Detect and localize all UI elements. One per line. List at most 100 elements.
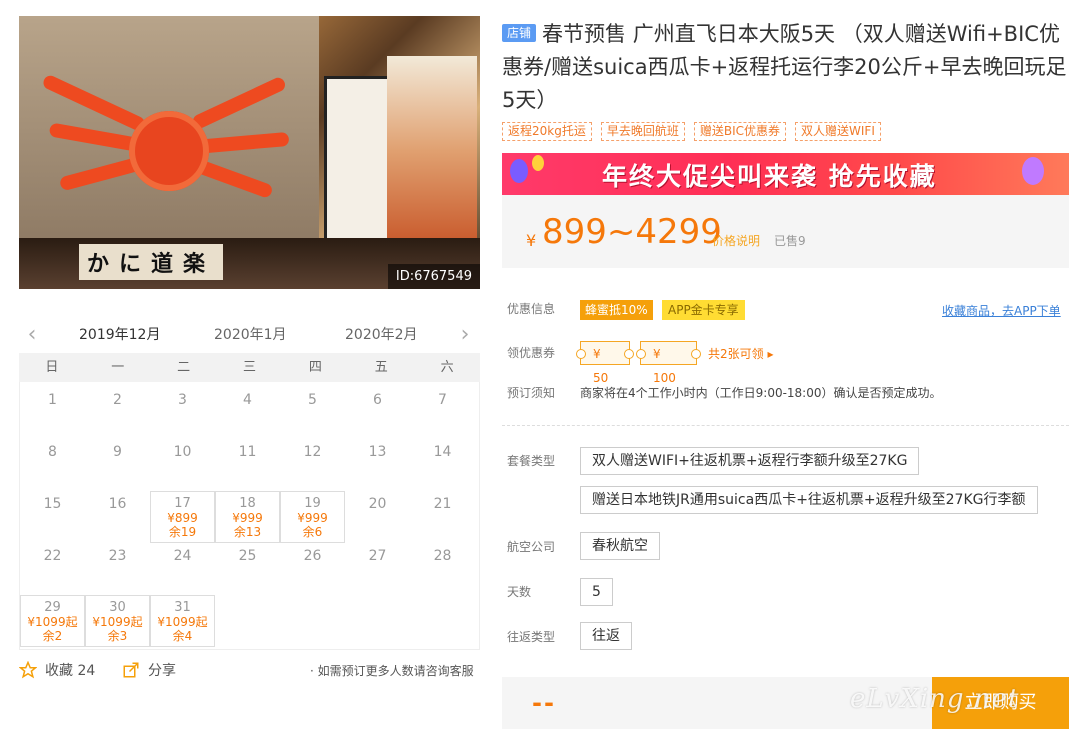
day-number: 8 — [48, 444, 57, 460]
more-coupons-link[interactable]: 共2张可领 ▸ — [708, 345, 773, 362]
day-price: ¥1099起 — [92, 615, 143, 629]
calendar-day-available[interactable]: 30 ¥1099起 余3 — [85, 595, 150, 647]
package-option-1[interactable]: 双人赠送WIFI+往返机票+返程行李额升级至27KG — [580, 447, 920, 475]
day-number: 11 — [238, 444, 257, 460]
day-price: ¥899 — [167, 511, 198, 525]
calendar-day: 5 — [280, 382, 345, 434]
calendar-day: 15 — [20, 486, 85, 538]
day-remaining: 余6 — [302, 525, 323, 539]
weekday: 六 — [440, 360, 454, 375]
month-tab-jan[interactable]: 2020年1月 — [214, 324, 287, 344]
share-icon — [123, 662, 139, 678]
calendar-day: 20 — [345, 486, 410, 538]
day-number: 1 — [48, 392, 57, 408]
calendar-weekdays: 日 一 二 三 四 五 六 — [19, 353, 480, 382]
calendar-day: 28 — [410, 538, 475, 590]
day-number: 22 — [43, 548, 62, 564]
airline-option[interactable]: 春秋航空 — [580, 532, 660, 560]
package-type-label: 套餐类型 — [507, 454, 556, 468]
calendar-month-nav: ‹ 2019年12月 2020年1月 2020年2月 › — [19, 318, 480, 356]
calendar-day-available[interactable]: 19 ¥999 余6 — [280, 491, 345, 543]
calendar-day-available[interactable]: 31 ¥1099起 余4 — [150, 595, 215, 647]
day-number: 28 — [433, 548, 452, 564]
calendar-day: 9 — [85, 434, 150, 486]
coupon-100[interactable]: ¥ 100 — [636, 341, 701, 385]
product-photo[interactable]: かに道楽 ID:6767549 — [19, 16, 480, 289]
day-number: 20 — [368, 496, 387, 512]
day-number: 3 — [178, 392, 187, 408]
day-number: 25 — [238, 548, 257, 564]
coupon-label: 领优惠券 — [507, 346, 556, 360]
watermark: eLvXing.net — [850, 684, 1020, 714]
calendar-day: 7 — [410, 382, 475, 434]
calendar-day: 2 — [85, 382, 150, 434]
chevron-left-icon[interactable]: ‹ — [23, 324, 41, 346]
feature-tags: 返程20kg托运 早去晚回航班 赠送BIC优惠券 双人赠送WIFI — [502, 122, 881, 141]
day-number: 21 — [433, 496, 452, 512]
price-currency: ¥ — [526, 231, 537, 250]
price-range: 899~4299 — [542, 212, 722, 252]
promo-banner[interactable]: 年终大促尖叫来袭 抢先收藏 — [502, 153, 1069, 195]
calendar-day: 25 — [215, 538, 280, 590]
day-number: 27 — [368, 548, 387, 564]
store-badge[interactable]: 店铺 — [502, 24, 537, 42]
day-number: 5 — [308, 392, 317, 408]
chevron-right-icon[interactable]: › — [456, 324, 474, 346]
calendar-day-available[interactable]: 17 ¥899 余19 — [150, 491, 215, 543]
day-price: ¥999 — [297, 511, 328, 525]
coupon-50[interactable]: ¥ 50 — [576, 341, 634, 385]
day-number: 16 — [108, 496, 127, 512]
trip-type-option[interactable]: 往返 — [580, 622, 632, 650]
day-number: 24 — [173, 548, 192, 564]
price-explain-link[interactable]: 价格说明 — [712, 232, 760, 249]
product-title: 春节预售 广州直飞日本大阪5天 （双人赠送Wifi+BIC优惠券/赠送suica… — [502, 22, 1067, 112]
calendar-day-available[interactable]: 18 ¥999 余13 — [215, 491, 280, 543]
calendar-day: 3 — [150, 382, 215, 434]
day-number: 19 — [304, 496, 321, 511]
package-option-2[interactable]: 赠送日本地铁JR通用suica西瓜卡+往返机票+返程升级至27KG行李额 — [580, 486, 1038, 514]
balloon-icon — [510, 159, 528, 183]
month-tab-feb[interactable]: 2020年2月 — [345, 324, 418, 344]
day-price: ¥1099起 — [27, 615, 78, 629]
favorite-app-link[interactable]: 收藏商品，去APP下单 — [942, 302, 1061, 319]
day-remaining: 余3 — [107, 629, 128, 643]
day-number: 2 — [113, 392, 122, 408]
calendar-day: 24 — [150, 538, 215, 590]
calendar-day: 22 — [20, 538, 85, 590]
day-number: 23 — [108, 548, 127, 564]
calendar-day: 27 — [345, 538, 410, 590]
share-button[interactable]: 分享 — [122, 660, 176, 680]
favorite-label: 收藏 24 — [45, 663, 96, 679]
calendar-grid: 1 2 3 4 5 6 7 8 9 10 11 12 13 14 15 16 17 ¥899 余19 18 ¥999 余1… — [19, 382, 480, 650]
day-number: 15 — [43, 496, 62, 512]
calendar-day: 8 — [20, 434, 85, 486]
calendar-day: 13 — [345, 434, 410, 486]
crab-body — [129, 111, 209, 191]
day-number: 31 — [174, 600, 191, 615]
day-remaining: 余2 — [42, 629, 63, 643]
booking-notice-text: 商家将在4个工作小时内（工作日9:00-18:00）确认是否预定成功。 — [580, 386, 942, 400]
weekday: 三 — [243, 360, 257, 375]
balloon-icon — [532, 155, 544, 171]
calendar-day-available[interactable]: 29 ¥1099起 余2 — [20, 595, 85, 647]
calendar-day: 10 — [150, 434, 215, 486]
day-remaining: 余19 — [168, 525, 197, 539]
calendar-day: 1 — [20, 382, 85, 434]
feature-tag: 双人赠送WIFI — [795, 122, 881, 141]
feature-tag: 赠送BIC优惠券 — [693, 122, 787, 141]
booking-notice-label: 预订须知 — [507, 386, 556, 400]
trip-type-label: 往返类型 — [507, 630, 556, 644]
favorite-button[interactable]: 收藏 24 — [19, 660, 95, 680]
day-number: 7 — [438, 392, 447, 408]
days-option[interactable]: 5 — [580, 578, 613, 606]
weekday: 二 — [177, 360, 191, 375]
calendar-day: 14 — [410, 434, 475, 486]
calendar-day: 6 — [345, 382, 410, 434]
photo-id-label: ID:6767549 — [387, 264, 480, 289]
poster — [387, 56, 477, 246]
sold-count: 已售9 — [774, 234, 806, 248]
storefront-sign: かに道楽 — [79, 244, 224, 280]
calendar-day: 4 — [215, 382, 280, 434]
calendar-day: 16 — [85, 486, 150, 538]
month-tab-dec[interactable]: 2019年12月 — [79, 324, 160, 344]
